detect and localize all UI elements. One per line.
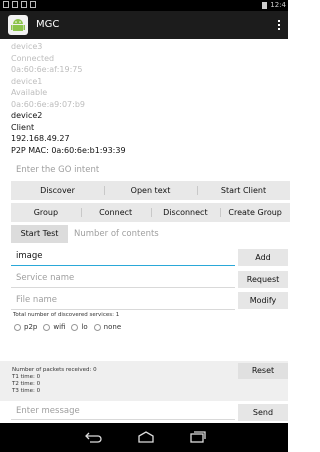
t2-time: T2 time: 0 <box>12 381 41 387</box>
none-radio[interactable] <box>93 323 101 331</box>
navigation-bar <box>0 423 288 452</box>
overflow-menu-icon[interactable] <box>278 20 281 31</box>
p2p-radio[interactable] <box>14 323 21 331</box>
device-mac: 0a:60:6e:a9:07:b9 <box>11 99 85 109</box>
interface-radio-group: p2p wifi lo none <box>14 323 124 331</box>
connect-button[interactable]: Connect <box>80 203 151 222</box>
notification-icon <box>3 1 9 8</box>
device-status: Connected <box>11 53 55 63</box>
home-icon[interactable] <box>137 430 155 444</box>
group-button[interactable]: Group <box>11 203 81 222</box>
disconnect-button[interactable]: Disconnect <box>150 203 221 222</box>
device-mac: 0a:60:6e:af:19:75 <box>11 65 83 74</box>
go-intent-input[interactable]: Enter the GO intent <box>11 164 281 178</box>
back-icon[interactable] <box>84 430 104 444</box>
device-status: Available <box>11 88 48 97</box>
clock: 12:4 <box>270 1 286 9</box>
start-test-button[interactable]: Start Test <box>11 225 68 243</box>
modify-button[interactable]: Modify <box>238 292 288 309</box>
open-text-button[interactable]: Open text <box>104 181 197 200</box>
start-client-button[interactable]: Start Client <box>197 181 290 200</box>
wifi-radio[interactable] <box>43 323 51 331</box>
contents-input[interactable]: Number of contents <box>74 225 224 243</box>
status-bar: 12:4 <box>0 0 288 11</box>
android-icon <box>8 15 28 35</box>
device-name: device3 <box>11 42 43 51</box>
image-icon <box>21 1 27 8</box>
packets-received: Number of packets received: 0 <box>12 367 97 373</box>
t3-time: T3 time: 0 <box>12 388 41 394</box>
send-button[interactable]: Send <box>238 404 288 421</box>
device-name: device2 <box>11 111 43 120</box>
device-status: Client <box>11 122 35 132</box>
device-list: device3 Connected 0a:60:6e:af:19:75 devi… <box>11 41 281 156</box>
file-name-input[interactable]: File name <box>11 293 235 310</box>
device-name: device1 <box>11 76 43 86</box>
device-item[interactable]: device3 Connected 0a:60:6e:af:19:75 <box>11 41 281 76</box>
app-title: MGC <box>36 19 60 30</box>
battery-icon <box>262 1 268 9</box>
image-input[interactable]: image <box>11 249 235 266</box>
discover-button[interactable]: Discover <box>11 181 104 200</box>
none-label: none <box>103 323 122 331</box>
group-button-row: Group Connect Disconnect Create Group <box>11 203 290 222</box>
device-mac: P2P MAC: 0a:60:6e:b1:93:39 <box>11 145 126 155</box>
test-row: Start Test Number of contents <box>11 224 290 244</box>
packets-stats: Number of packets received: 0 T1 time: 0… <box>12 367 97 395</box>
wifi-label: wifi <box>53 323 66 331</box>
notification-icon <box>30 1 36 8</box>
lo-radio[interactable] <box>71 323 79 331</box>
lo-label: lo <box>81 323 88 331</box>
reset-button[interactable]: Reset <box>238 363 288 379</box>
discovered-services-count: Total number of discovered services: 1 <box>13 312 120 318</box>
device-ip: 192.168.49.27 <box>11 134 70 143</box>
packets-panel: Number of packets received: 0 T1 time: 0… <box>0 361 288 401</box>
device-item[interactable]: device2 Client 192.168.49.27 P2P MAC: 0a… <box>11 110 281 156</box>
notification-icons <box>3 1 36 8</box>
system-icons: 12:4 <box>262 1 286 9</box>
create-group-button[interactable]: Create Group <box>220 203 290 222</box>
warning-icon <box>12 1 18 8</box>
request-button[interactable]: Request <box>238 271 288 288</box>
recent-apps-icon[interactable] <box>189 430 207 444</box>
connection-button-row: Discover Open text Start Client <box>11 181 290 200</box>
p2p-label: p2p <box>24 323 38 331</box>
add-button[interactable]: Add <box>238 249 288 266</box>
device-item[interactable]: device1 Available 0a:60:6e:a9:07:b9 <box>11 76 281 111</box>
message-input[interactable]: Enter message <box>11 404 235 420</box>
t1-time: T1 time: 0 <box>12 374 41 380</box>
service-name-input[interactable]: Service name <box>11 271 235 288</box>
action-bar: MGC <box>0 11 288 39</box>
